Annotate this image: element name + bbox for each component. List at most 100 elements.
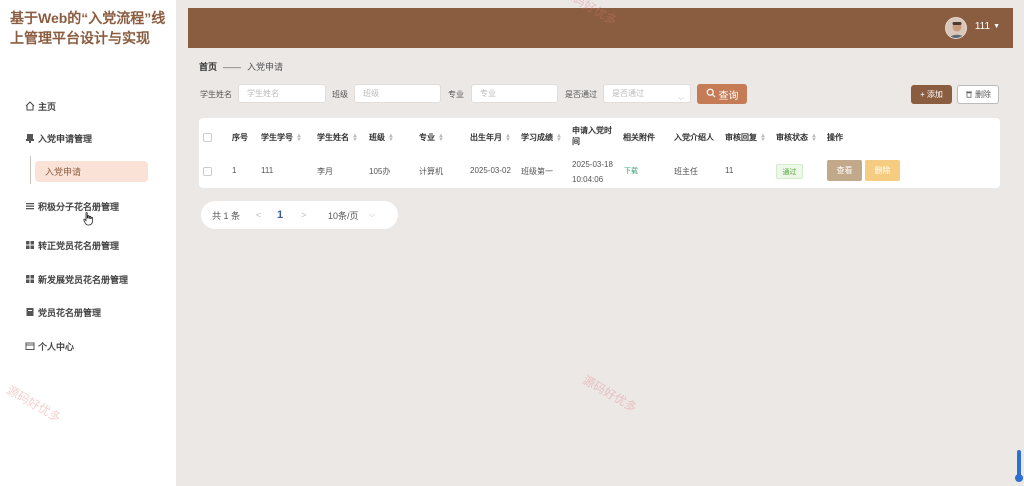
breadcrumb-separator: —— xyxy=(223,61,242,72)
cell-birth: 2025-03-02 xyxy=(470,166,511,175)
chevron-down-icon: ⌵ xyxy=(677,93,684,102)
column-header: 入党介绍人 xyxy=(674,133,714,142)
column-header: 操作 xyxy=(827,133,843,142)
sidebar-subitem-label: 入党申请 xyxy=(45,167,82,177)
column-header[interactable]: 审核状态 ▲ ▼ xyxy=(776,132,817,143)
sidebar-item-party-members[interactable]: 党员花名册管理 xyxy=(24,304,101,320)
cell-grade: 班级第一 xyxy=(521,167,553,176)
pagination: 共 1 条 < 1 > 10条/页 ⌵ xyxy=(201,201,398,229)
watermark: 源码好优多 xyxy=(580,372,640,415)
major-label: 专业 xyxy=(448,90,464,99)
cell-major: 计算机 xyxy=(419,167,443,176)
major-input[interactable] xyxy=(471,84,558,103)
column-header[interactable]: 出生年月 ▲ ▼ xyxy=(470,132,511,143)
sort-icon: ▲ ▼ xyxy=(760,132,766,143)
column-header[interactable]: 学生姓名 ▲ ▼ xyxy=(317,132,358,143)
submenu-line xyxy=(30,156,31,184)
sidebar-item-label: 积极分子花名册管理 xyxy=(38,201,120,212)
select-all-checkbox[interactable] xyxy=(203,133,212,142)
cell-class: 105办 xyxy=(369,167,391,176)
watermark: 源码好优多 xyxy=(4,382,64,425)
passed-select-placeholder: 是否通过 xyxy=(612,89,644,98)
hand-cursor-icon xyxy=(83,212,94,228)
list-icon xyxy=(24,201,35,212)
column-header[interactable]: 专业 ▲ ▼ xyxy=(419,132,444,143)
cell-index: 1 xyxy=(232,166,237,175)
card-icon xyxy=(24,341,35,352)
sidebar-item-label: 新发展党员花名册管理 xyxy=(38,274,129,285)
student-name-label: 学生姓名 xyxy=(200,90,232,99)
sidebar-item-profile[interactable]: 个人中心 xyxy=(24,338,74,354)
class-input[interactable] xyxy=(354,84,441,103)
search-icon xyxy=(706,88,716,101)
sort-icon: ▲ ▼ xyxy=(556,132,562,143)
sort-icon: ▲ ▼ xyxy=(505,132,511,143)
plus-icon: + xyxy=(920,90,925,99)
sort-icon: ▲ ▼ xyxy=(388,132,394,143)
cell-reply: 11 xyxy=(725,166,734,175)
column-header: 申请入党时间 xyxy=(572,126,612,146)
status-badge: 通过 xyxy=(776,164,803,179)
sidebar-item-regular-members[interactable]: 转正党员花名册管理 xyxy=(24,237,119,253)
column-header[interactable]: 学生学号 ▲ ▼ xyxy=(261,132,302,143)
prev-page-button[interactable]: < xyxy=(256,210,261,220)
page-number[interactable]: 1 xyxy=(277,209,283,221)
scrollbar-thumb[interactable] xyxy=(1015,474,1023,482)
download-link[interactable]: 下载 xyxy=(624,166,638,176)
class-label: 班级 xyxy=(332,90,348,99)
row-delete-button[interactable]: 删除 xyxy=(865,160,900,181)
next-page-button[interactable]: > xyxy=(301,210,306,220)
delete-button-label: 删除 xyxy=(975,90,991,99)
add-button-label: 添加 xyxy=(926,90,943,99)
caret-down-icon: ▼ xyxy=(993,23,1000,30)
row-checkbox[interactable] xyxy=(203,167,212,176)
column-header: 序号 xyxy=(232,133,248,142)
sort-icon: ▲ ▼ xyxy=(811,132,817,143)
user-name: 111 xyxy=(974,21,991,32)
passed-select[interactable]: 是否通过 ⌵ xyxy=(603,84,691,103)
app-title: 基于Web的“入党流程”线上管理平台设计与实现 xyxy=(10,10,166,46)
add-button[interactable]: + 添加 xyxy=(911,85,952,104)
sort-icon: ▲ ▼ xyxy=(296,132,302,143)
cell-apply-date: 2025-03-18 xyxy=(572,160,613,169)
grid-icon xyxy=(24,240,35,251)
grid-icon xyxy=(24,274,35,285)
sidebar-item-label: 个人中心 xyxy=(38,341,75,352)
column-header[interactable]: 学习成绩 ▲ ▼ xyxy=(521,132,562,143)
sidebar-item-activists[interactable]: 积极分子花名册管理 xyxy=(24,198,119,214)
sidebar-item-label: 入党申请管理 xyxy=(38,133,93,144)
trash-icon xyxy=(965,90,973,100)
cell-introducer: 班主任 xyxy=(674,167,698,176)
search-button-label: 查询 xyxy=(718,90,739,102)
cell-apply-time: 10:04:06 xyxy=(572,175,604,184)
breadcrumb-current: 入党申请 xyxy=(247,62,284,72)
chevron-down-icon: ⌵ xyxy=(369,210,376,219)
delete-button[interactable]: 删除 xyxy=(957,85,999,104)
data-table: 序号 学生学号 ▲ ▼ 学生姓名 ▲ ▼ 班级 ▲ ▼ 专业 ▲ ▼ 出生年月 ▲ ▼ 学习成绩 ▲ ▼… xyxy=(199,118,1000,188)
sidebar-subitem-application[interactable]: 入党申请 xyxy=(35,161,148,182)
sort-icon: ▲ ▼ xyxy=(352,132,358,143)
sort-icon: ▲ ▼ xyxy=(438,132,444,143)
sidebar-item-label: 党员花名册管理 xyxy=(38,307,102,318)
sidebar: 基于Web的“入党流程”线上管理平台设计与实现 主页 入党申请管理 入党申请 积… xyxy=(0,0,176,486)
passed-label: 是否通过 xyxy=(565,90,597,99)
sidebar-item-new-members[interactable]: 新发展党员花名册管理 xyxy=(24,271,128,287)
home-icon xyxy=(24,101,35,112)
sidebar-item-application[interactable]: 入党申请管理 xyxy=(24,130,92,146)
cell-name: 李月 xyxy=(317,167,333,176)
page-size-select[interactable]: 10条/页 xyxy=(328,209,359,222)
sidebar-item-label: 转正党员花名册管理 xyxy=(38,240,120,251)
sidebar-item-home[interactable]: 主页 xyxy=(24,98,56,114)
cell-student-id: 111 xyxy=(261,166,274,175)
search-button[interactable]: 查询 xyxy=(697,84,747,104)
column-header[interactable]: 审核回复 ▲ ▼ xyxy=(725,132,766,143)
view-button[interactable]: 查看 xyxy=(827,160,862,181)
user-menu[interactable]: 111 ▼ xyxy=(975,21,1000,32)
book-icon xyxy=(24,307,35,318)
breadcrumb-home[interactable]: 首页 xyxy=(199,60,217,73)
column-header[interactable]: 班级 ▲ ▼ xyxy=(369,132,394,143)
avatar[interactable] xyxy=(945,17,967,39)
sidebar-item-label: 主页 xyxy=(38,101,57,112)
student-name-input[interactable] xyxy=(238,84,326,103)
column-header: 相关附件 xyxy=(623,133,655,142)
